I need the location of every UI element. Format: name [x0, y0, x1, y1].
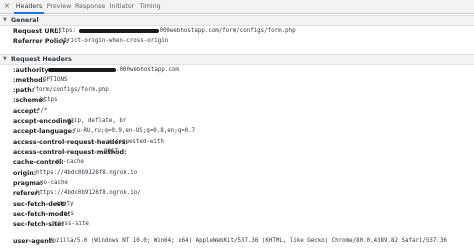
expand-triangle-icon: ▼: [3, 56, 7, 62]
request-header-row: access-control-request-method: POST: [0, 148, 474, 157]
header-value: no-cache: [40, 180, 68, 186]
header-value: */*: [37, 108, 48, 114]
tab-initiator[interactable]: Initiator: [109, 0, 135, 13]
header-value: no-cache: [56, 159, 84, 165]
header-value: POST: [104, 149, 118, 155]
redaction-mark: [79, 28, 160, 33]
header-value: https: 000webhostapp.com/form/configs/fo…: [55, 27, 296, 36]
tab-timing[interactable]: Timing: [139, 0, 161, 13]
request-header-row: pragma: no-cache: [0, 179, 474, 188]
header-key: Request URL:: [13, 28, 61, 35]
header-value: OPTIONS: [43, 77, 68, 83]
tab-preview[interactable]: Preview: [46, 0, 72, 13]
general-row-request-url: Request URL: https: 000webhostapp.com/fo…: [0, 27, 474, 36]
request-header-row: accept: */*: [0, 107, 474, 116]
header-key: pragma:: [13, 180, 43, 187]
request-header-row: sec-fetch-site: cross-site: [0, 220, 474, 229]
request-header-row: :path: /form/configs/form.php: [0, 86, 474, 95]
header-key: accept-encoding:: [13, 118, 75, 125]
header-key: :authority:: [13, 67, 51, 74]
expand-triangle-icon: ▼: [3, 17, 7, 23]
header-key: :method:: [13, 77, 46, 84]
close-icon[interactable]: ×: [3, 2, 11, 10]
request-header-row: accept-language: ru-RU,ru;q=0.9,en-US;q=…: [0, 127, 474, 136]
request-header-row: :method: OPTIONS: [0, 76, 474, 85]
header-value: /form/configs/form.php: [32, 87, 109, 93]
header-value: empty: [56, 201, 74, 207]
header-value: strict-origin-when-cross-origin: [60, 38, 169, 44]
general-section-header[interactable]: ▼ General: [0, 15, 474, 26]
header-value: .000webhostapp.com: [48, 66, 179, 75]
devtools-tabbar: × Headers Preview Response Initiator Tim…: [0, 0, 474, 14]
header-value: https://4bdc0b9126f8.ngrok.io/: [36, 190, 141, 196]
request-header-row: :scheme: https: [0, 96, 474, 105]
request-header-row: sec-fetch-dest: empty: [0, 200, 474, 209]
header-key: origin:: [13, 170, 37, 177]
url-prefix: https:: [55, 28, 76, 34]
header-value: https://4bdc0b9126f8.ngrok.io: [36, 170, 138, 176]
authority-suffix: .000webhostapp.com: [116, 67, 179, 73]
header-key: accept:: [13, 108, 40, 115]
request-header-row: cache-control: no-cache: [0, 158, 474, 167]
request-headers-section-title: Request Headers: [11, 56, 72, 63]
request-header-row: accept-encoding: gzip, deflate, br: [0, 117, 474, 126]
header-value: cross-site: [54, 221, 89, 227]
header-value: ru-RU,ru;q=0.9,en-US;q=0.8,en;q=0.7: [73, 128, 196, 134]
header-value: gzip, deflate, br: [67, 118, 127, 124]
tab-headers[interactable]: Headers: [14, 0, 44, 14]
url-suffix: 000webhostapp.com/form/configs/form.php: [159, 28, 296, 34]
header-value: https: [40, 97, 58, 103]
request-header-row: referer: https://4bdc0b9126f8.ngrok.io/: [0, 189, 474, 198]
tab-response[interactable]: Response: [75, 0, 105, 13]
header-key: accept-language:: [13, 128, 75, 135]
request-header-row: origin: https://4bdc0b9126f8.ngrok.io: [0, 169, 474, 178]
header-value: x-requested-with: [108, 139, 164, 145]
request-header-row: user-agent: Mozilla/5.0 (Windows NT 10.0…: [0, 237, 474, 246]
header-value: Mozilla/5.0 (Windows NT 10.0; Win64; x64…: [49, 238, 447, 244]
request-headers-section-header[interactable]: ▼ Request Headers: [0, 54, 474, 65]
redaction-mark: [48, 67, 116, 72]
header-value: cors: [60, 211, 74, 217]
request-header-row: :authority: .000webhostapp.com: [0, 66, 474, 75]
request-header-row: sec-fetch-mode: cors: [0, 210, 474, 219]
request-header-row: access-control-request-headers: x-reques…: [0, 138, 474, 147]
general-row-referrer-policy: Referrer Policy: strict-origin-when-cros…: [0, 37, 474, 46]
general-section-title: General: [11, 17, 39, 24]
